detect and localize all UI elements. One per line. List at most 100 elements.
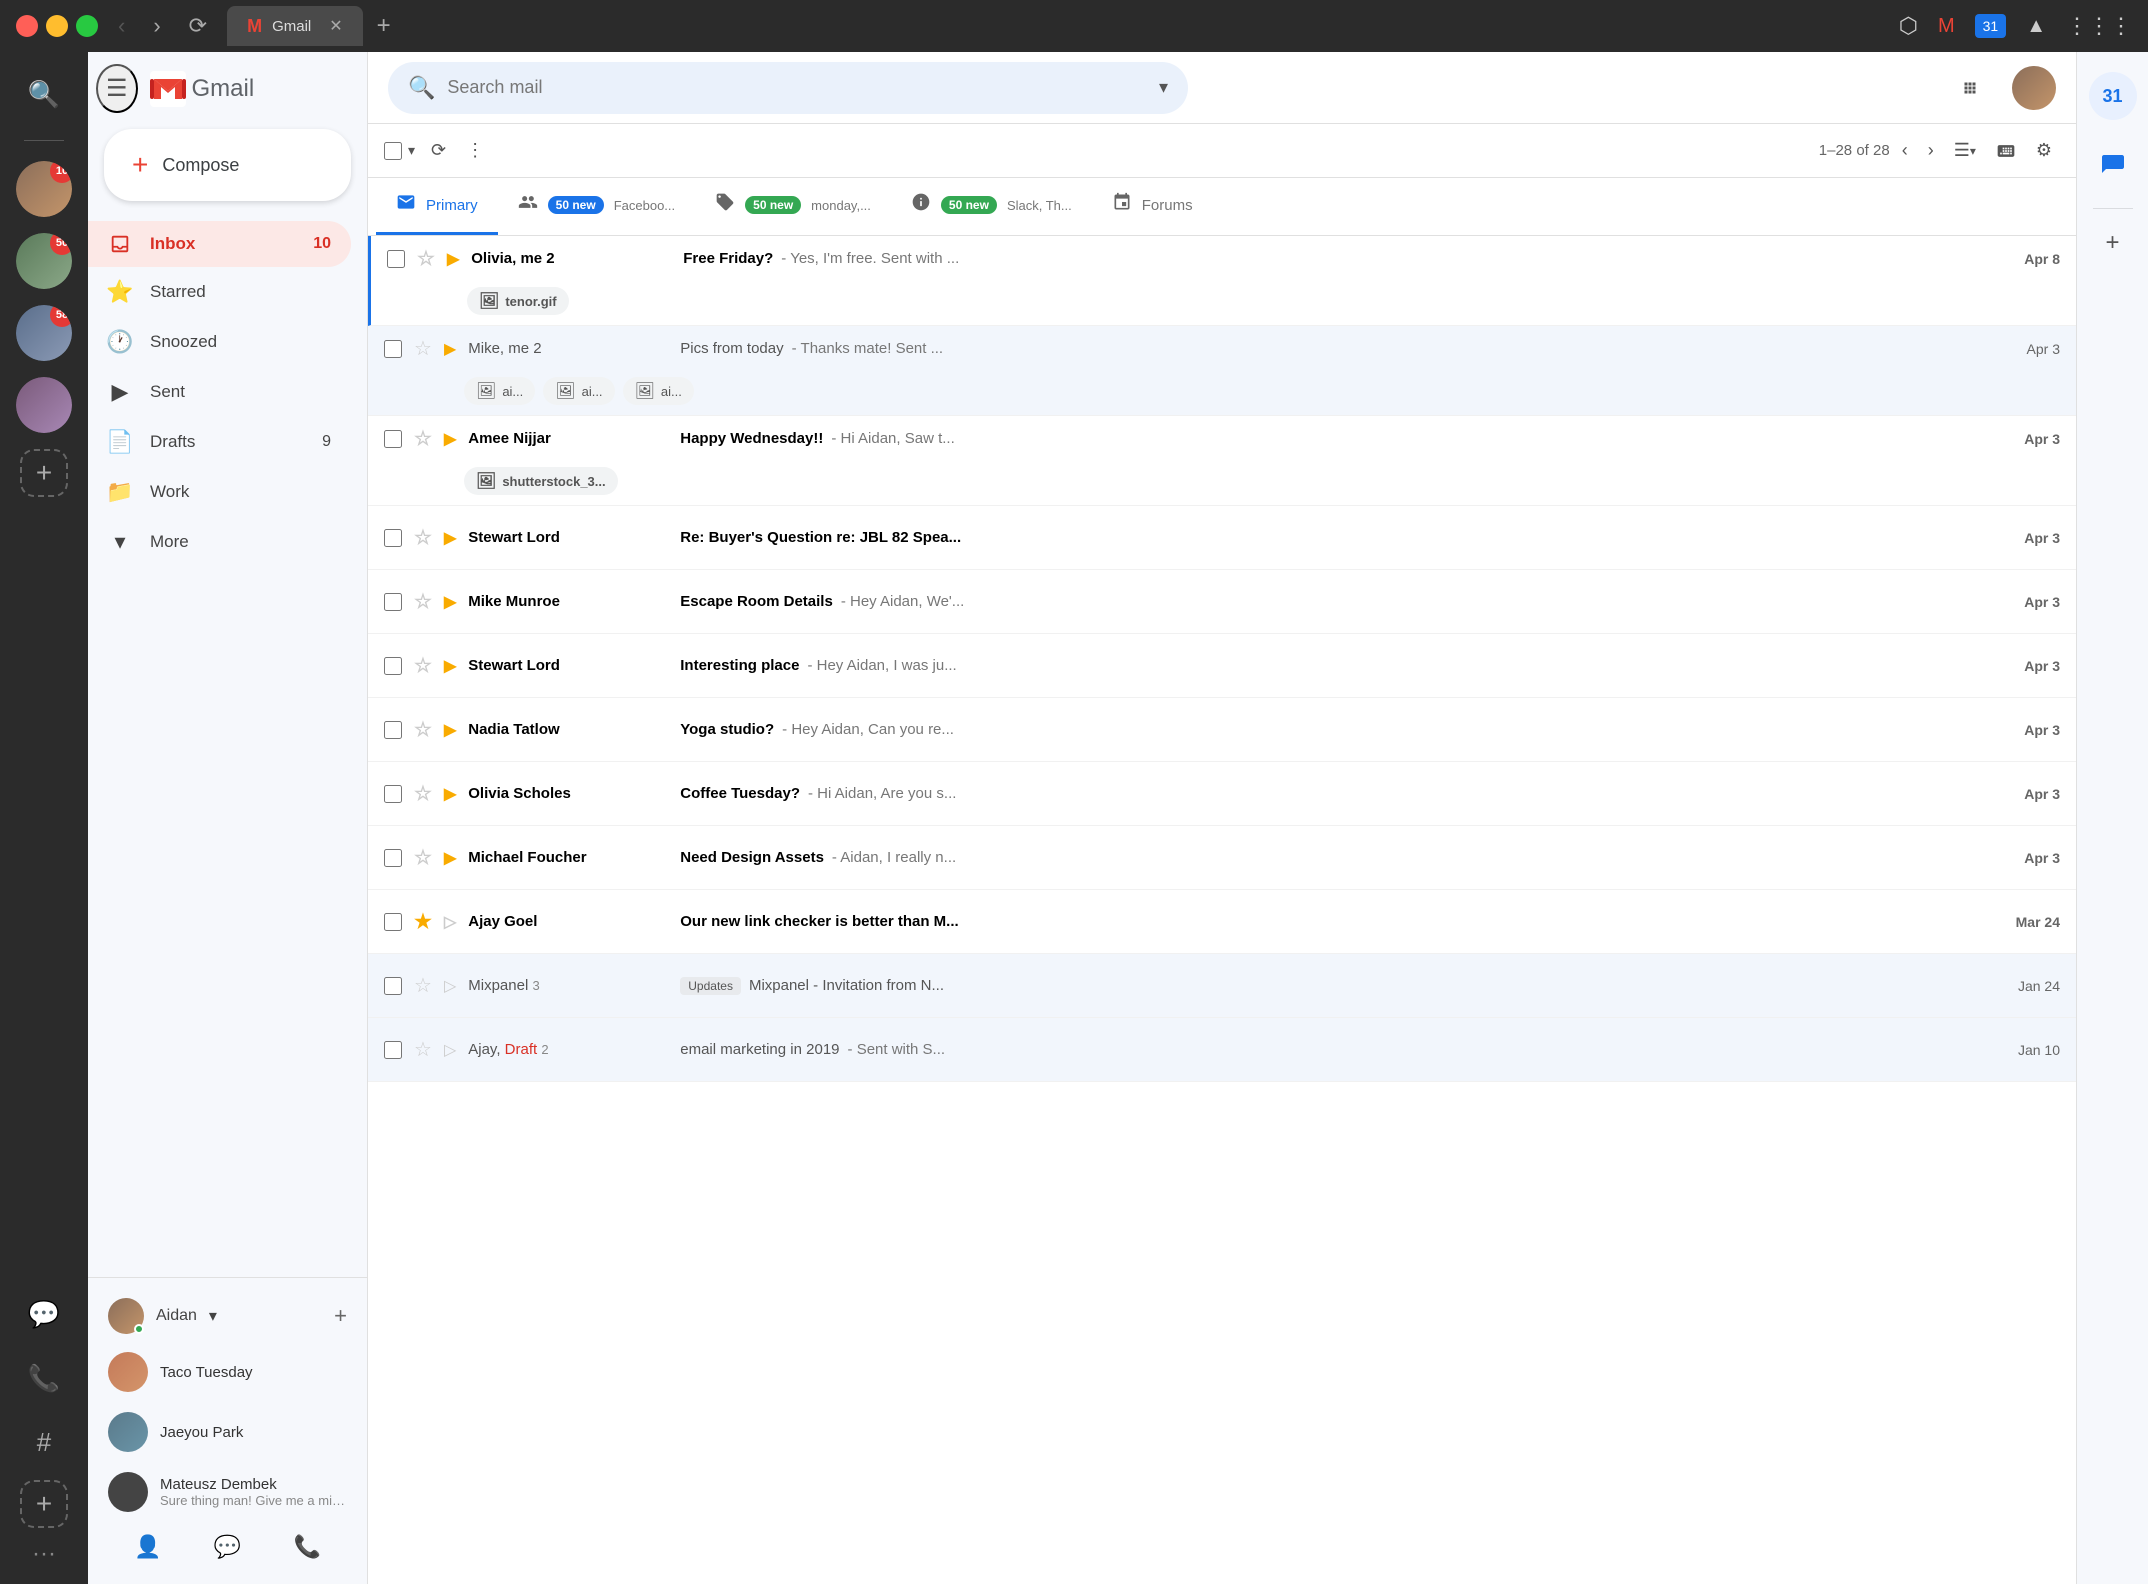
dock-avatar-3[interactable]: 58 (16, 305, 72, 361)
email-checkbox-9[interactable] (384, 849, 402, 867)
search-box[interactable]: 🔍 Search mail ▾ (388, 62, 1188, 114)
settings-button[interactable]: ⚙ (2028, 132, 2060, 169)
email-checkbox-8[interactable] (384, 785, 402, 803)
refresh-button[interactable]: ⟳ (423, 132, 454, 169)
apps-grid-icon[interactable] (1948, 66, 1992, 110)
drive-icon[interactable]: ▲ (2026, 15, 2046, 38)
tab-primary[interactable]: Primary (376, 178, 498, 235)
email-checkbox-10[interactable] (384, 913, 402, 931)
email-star-1[interactable]: ☆ (417, 246, 435, 271)
minimize-button[interactable] (46, 15, 68, 37)
email-checkbox-4[interactable] (384, 529, 402, 547)
forward-button[interactable]: › (145, 9, 168, 43)
email-checkbox-3[interactable] (384, 430, 402, 448)
nav-inbox[interactable]: Inbox 10 (88, 221, 351, 267)
tab-updates[interactable]: 50 new Slack, Th... (891, 178, 1092, 235)
search-dropdown-icon[interactable]: ▾ (1159, 77, 1168, 98)
select-all-checkbox[interactable] (384, 142, 402, 160)
dock-more-icon[interactable]: ··· (32, 1540, 56, 1568)
layout-button[interactable]: ☰ ▾ (1946, 132, 1984, 169)
email-checkbox-7[interactable] (384, 721, 402, 739)
email-star-2[interactable]: ☆ (414, 336, 432, 361)
email-checkbox-6[interactable] (384, 657, 402, 675)
email-row-1[interactable]: ☆ ▶ Olivia, me 2 Free Friday? - Yes, I'm… (368, 236, 2076, 326)
nav-work[interactable]: 📁 Work (88, 467, 351, 517)
keyboard-button[interactable] (1988, 133, 2024, 169)
email-star-8[interactable]: ☆ (414, 781, 432, 806)
chat-icon[interactable]: 💬 (214, 1534, 241, 1560)
email-star-5[interactable]: ☆ (414, 589, 432, 614)
chat-user[interactable]: Aidan ▾ (108, 1298, 217, 1334)
nav-snoozed[interactable]: 🕐 Snoozed (88, 317, 351, 367)
tab-social[interactable]: 50 new Faceboo... (498, 178, 695, 235)
email-row-9[interactable]: ☆ ▶ Michael Foucher Need Design Assets -… (368, 826, 2076, 890)
email-row-4[interactable]: ☆ ▶ Stewart Lord Re: Buyer's Question re… (368, 506, 2076, 570)
compose-button[interactable]: + Compose (104, 129, 351, 201)
tab-forums[interactable]: Forums (1092, 178, 1213, 235)
email-star-11[interactable]: ☆ (414, 973, 432, 998)
dock-avatar-1[interactable]: 10 (16, 161, 72, 217)
email-row-7[interactable]: ☆ ▶ Nadia Tatlow Yoga studio? - Hey Aida… (368, 698, 2076, 762)
dock-avatar-2[interactable]: 50 (16, 233, 72, 289)
chat-item-3[interactable]: Mateusz Dembek Sure thing man! Give me a… (88, 1462, 367, 1522)
hamburger-button[interactable]: ☰ (96, 64, 138, 113)
nav-drafts[interactable]: 📄 Drafts 9 (88, 417, 351, 467)
chat-item-2[interactable]: Jaeyou Park (88, 1402, 367, 1462)
nav-starred[interactable]: ⭐ Starred (88, 267, 351, 317)
dock-messenger-icon[interactable]: 💬 (18, 1288, 70, 1340)
email-checkbox-12[interactable] (384, 1041, 402, 1059)
email-row-8[interactable]: ☆ ▶ Olivia Scholes Coffee Tuesday? - Hi … (368, 762, 2076, 826)
email-checkbox-5[interactable] (384, 593, 402, 611)
email-row-10[interactable]: ★ ▷ Ajay Goel Our new link checker is be… (368, 890, 2076, 954)
dock-search-icon[interactable]: 🔍 (18, 68, 70, 120)
apps-icon[interactable]: ⋮⋮⋮ (2066, 13, 2132, 39)
layers-icon[interactable]: ⬡ (1899, 13, 1918, 39)
email-row-5[interactable]: ☆ ▶ Mike Munroe Escape Room Details - He… (368, 570, 2076, 634)
chat-item-1[interactable]: Taco Tuesday (88, 1342, 367, 1402)
right-tasks-icon[interactable] (2089, 140, 2137, 188)
reload-button[interactable]: ⟳ (181, 9, 215, 43)
user-avatar[interactable] (2012, 66, 2056, 110)
email-star-4[interactable]: ☆ (414, 525, 432, 550)
email-star-6[interactable]: ☆ (414, 653, 432, 678)
email-checkbox-2[interactable] (384, 340, 402, 358)
email-date-5: Apr 3 (2024, 594, 2060, 610)
email-row-11[interactable]: ☆ ▷ Mixpanel 3 Updates Mixpanel - Invita… (368, 954, 2076, 1018)
new-tab-button[interactable]: + (367, 9, 401, 43)
prev-page-button[interactable]: ‹ (1894, 132, 1916, 169)
people-icon[interactable]: 👤 (134, 1534, 161, 1560)
dock-add-button[interactable]: + (20, 449, 68, 497)
nav-sent[interactable]: ▶ Sent (88, 367, 351, 417)
email-row-2[interactable]: ☆ ▶ Mike, me 2 Pics from today - Thanks … (368, 326, 2076, 416)
phone-icon[interactable]: 📞 (293, 1534, 320, 1560)
email-checkbox-11[interactable] (384, 977, 402, 995)
maximize-button[interactable] (76, 15, 98, 37)
email-star-9[interactable]: ☆ (414, 845, 432, 870)
email-sender-2: Mike, me 2 (468, 340, 668, 357)
calendar-icon[interactable]: 31 (1975, 14, 2007, 38)
email-star-3[interactable]: ☆ (414, 426, 432, 451)
email-star-10[interactable]: ★ (414, 909, 432, 934)
next-page-button[interactable]: › (1920, 132, 1942, 169)
email-row-6[interactable]: ☆ ▶ Stewart Lord Interesting place - Hey… (368, 634, 2076, 698)
more-options-button[interactable]: ⋮ (458, 132, 492, 169)
dock-add-app-button[interactable]: + (20, 1480, 68, 1528)
dock-avatar-4[interactable] (16, 377, 72, 433)
back-button[interactable]: ‹ (110, 9, 133, 43)
dock-slack-icon[interactable]: # (18, 1416, 70, 1468)
dock-whatsapp-icon[interactable]: 📞 (18, 1352, 70, 1404)
nav-more[interactable]: ▾ More (88, 517, 351, 567)
right-calendar-icon[interactable]: 31 (2089, 72, 2137, 120)
gmail-icon[interactable]: M (1938, 15, 1955, 38)
email-row-3[interactable]: ☆ ▶ Amee Nijjar Happy Wednesday!! - Hi A… (368, 416, 2076, 506)
tab-promotions[interactable]: 50 new monday,... (695, 178, 891, 235)
chat-add-button[interactable]: + (334, 1303, 347, 1329)
email-star-7[interactable]: ☆ (414, 717, 432, 742)
email-star-12[interactable]: ☆ (414, 1037, 432, 1062)
browser-tab[interactable]: M Gmail ✕ (227, 6, 363, 46)
email-checkbox-1[interactable] (387, 250, 405, 268)
select-dropdown-button[interactable]: ▾ (404, 138, 419, 163)
right-add-button[interactable]: + (2105, 229, 2119, 257)
email-row-12[interactable]: ☆ ▷ Ajay, Draft 2 email marketing in 201… (368, 1018, 2076, 1082)
close-button[interactable] (16, 15, 38, 37)
